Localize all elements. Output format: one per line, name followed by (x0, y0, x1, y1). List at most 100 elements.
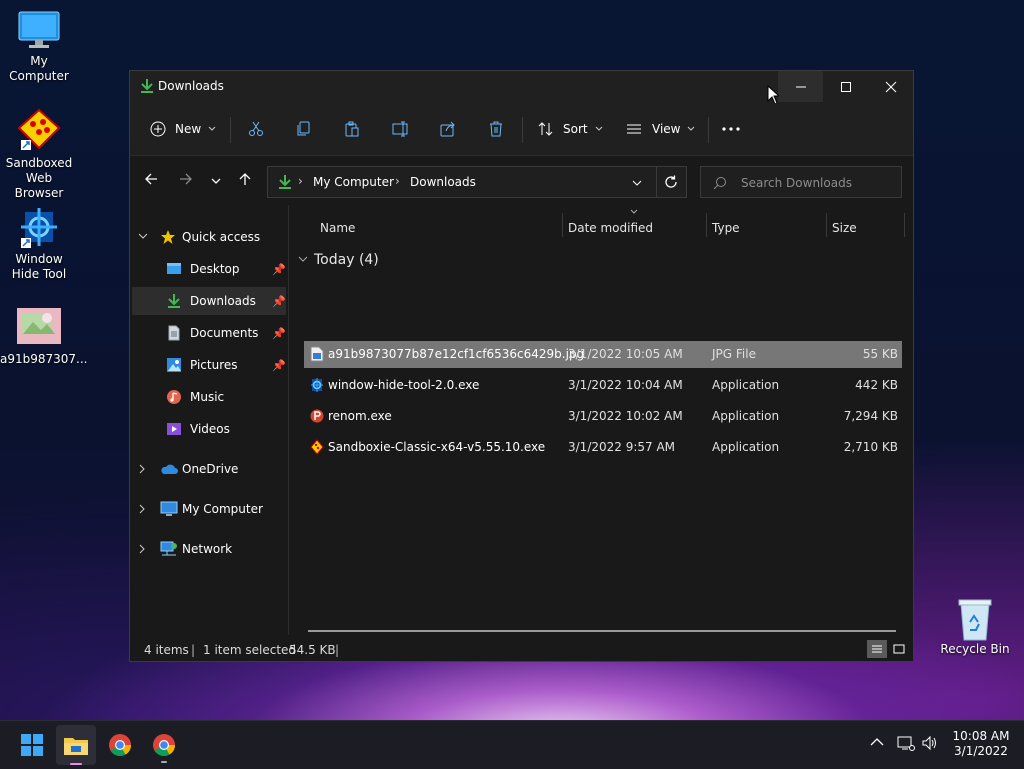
nav-item-label: Videos (190, 422, 230, 436)
forward-button[interactable] (179, 172, 193, 189)
maximize-icon (840, 81, 851, 92)
new-button[interactable]: New (150, 115, 216, 143)
back-button[interactable] (144, 172, 158, 189)
nav-quick-access[interactable]: Quick access (138, 223, 260, 251)
image-thumbnail-icon (17, 308, 61, 348)
nav-my-computer[interactable]: My Computer (138, 495, 263, 523)
sort-label: Sort (563, 122, 588, 136)
nav-item-pictures[interactable]: Pictures 📌 (166, 351, 288, 379)
chevron-down-icon (211, 178, 221, 184)
nav-item-videos[interactable]: Videos (166, 415, 230, 443)
sort-button[interactable]: Sort (538, 115, 603, 143)
taskbar-chrome-2[interactable] (144, 725, 184, 765)
arrow-right-icon (180, 173, 192, 185)
view-button[interactable]: View (626, 115, 695, 143)
horizontal-scrollbar[interactable] (308, 630, 896, 632)
taskbar-chrome-1[interactable] (100, 725, 140, 765)
pin-icon[interactable]: 📌 (272, 263, 286, 276)
pin-icon[interactable]: 📌 (272, 295, 286, 308)
column-divider[interactable] (562, 213, 563, 237)
more-options-button[interactable] (722, 115, 740, 143)
file-explorer-window[interactable]: Downloads New Sort View › My Computer › … (129, 70, 914, 662)
address-divider (656, 167, 657, 197)
title-bar[interactable]: Downloads (130, 71, 913, 105)
column-header-type[interactable]: Type (712, 221, 740, 235)
nav-item-downloads[interactable]: Downloads 📌 (132, 287, 286, 315)
close-button[interactable] (868, 71, 913, 102)
column-header-size[interactable]: Size (832, 221, 857, 235)
network-icon (160, 541, 177, 556)
nav-item-label: OneDrive (182, 462, 239, 476)
clock-date: 3/1/2022 (954, 744, 1008, 758)
show-hidden-icons-button[interactable] (870, 736, 884, 750)
desktop-icon-recycle-bin[interactable]: Recycle Bin (936, 598, 1014, 657)
search-placeholder: Search Downloads (741, 176, 852, 190)
nav-network[interactable]: Network (138, 535, 232, 563)
column-divider[interactable] (706, 213, 707, 237)
desktop-icon-window-hide-tool[interactable]: Window Hide Tool (0, 206, 78, 282)
file-row[interactable]: a91b9873077b87e12cf1cf6536c6429b.jpg 3/1… (304, 341, 902, 368)
file-row[interactable]: Sandboxie-Classic-x64-v5.55.10.exe 3/1/2… (304, 434, 902, 461)
download-icon (279, 175, 291, 189)
tiles-view-button[interactable] (889, 640, 909, 658)
paste-icon (345, 121, 359, 137)
start-button[interactable] (12, 725, 52, 765)
rename-button[interactable] (392, 115, 410, 143)
nav-item-label: My Computer (182, 502, 263, 516)
taskbar-file-explorer[interactable] (56, 725, 96, 765)
nav-onedrive[interactable]: OneDrive (138, 455, 238, 483)
delete-button[interactable] (488, 115, 504, 143)
jpg-file-icon (310, 346, 324, 362)
breadcrumb-downloads[interactable]: Downloads (410, 175, 476, 189)
paste-button[interactable] (344, 115, 360, 143)
recent-locations-button[interactable] (211, 175, 221, 189)
desktop-icon-my-computer[interactable]: My Computer (0, 10, 78, 84)
pin-icon[interactable]: 📌 (272, 327, 286, 340)
address-bar[interactable]: › My Computer › Downloads (267, 166, 687, 198)
file-row[interactable]: renom.exe 3/1/2022 10:02 AM Application … (304, 403, 902, 430)
refresh-icon[interactable] (664, 175, 678, 189)
pin-icon[interactable]: 📌 (272, 359, 286, 372)
clock-button[interactable]: 10:08 AM 3/1/2022 (950, 729, 1012, 759)
column-divider[interactable] (826, 213, 827, 237)
column-header-date[interactable]: Date modified (568, 221, 653, 235)
star-icon (161, 230, 175, 244)
nav-item-desktop[interactable]: Desktop 📌 (166, 255, 288, 283)
cut-button[interactable] (248, 115, 264, 143)
clock-time: 10:08 AM (952, 729, 1010, 743)
address-history-chevron-icon[interactable] (632, 180, 642, 186)
plus-circle-icon (150, 121, 166, 137)
file-name: renom.exe (328, 409, 392, 423)
volume-tray-button[interactable] (921, 735, 939, 754)
chevron-down-icon (138, 233, 148, 239)
column-header-name[interactable]: Name (320, 221, 355, 235)
file-row[interactable]: window-hide-tool-2.0.exe 3/1/2022 10:04 … (304, 372, 902, 399)
pictures-icon (167, 358, 181, 372)
desktop-icon-jpg-file[interactable]: a91b987307... (0, 308, 88, 367)
view-label: View (652, 122, 681, 136)
network-status-icon (897, 736, 915, 751)
file-type: JPG File (712, 347, 756, 361)
search-input[interactable]: Search Downloads (700, 166, 902, 198)
chevron-down-icon (688, 126, 695, 131)
desktop-icon-sandboxed-browser[interactable]: Sandboxed Web Browser (0, 108, 78, 201)
up-button[interactable] (238, 172, 252, 189)
nav-item-documents[interactable]: Documents 📌 (166, 319, 288, 347)
sandbox-icon (17, 108, 61, 150)
status-divider: | (335, 643, 340, 657)
column-divider[interactable] (904, 213, 905, 237)
chrome-icon (153, 734, 175, 756)
share-button[interactable] (440, 115, 456, 143)
group-header-today[interactable]: Today (4) (298, 252, 379, 268)
maximize-button[interactable] (823, 71, 868, 102)
more-dots-icon (722, 127, 740, 131)
toolbar-divider (522, 117, 523, 143)
toolbar-divider (230, 117, 231, 143)
file-date: 3/1/2022 10:05 AM (568, 347, 683, 361)
breadcrumb-my-computer[interactable]: My Computer (313, 175, 394, 189)
details-view-button[interactable] (867, 640, 887, 658)
copy-button[interactable] (296, 115, 312, 143)
network-tray-button[interactable] (897, 735, 915, 754)
minimize-button[interactable] (778, 71, 823, 102)
nav-item-music[interactable]: Music (166, 383, 224, 411)
